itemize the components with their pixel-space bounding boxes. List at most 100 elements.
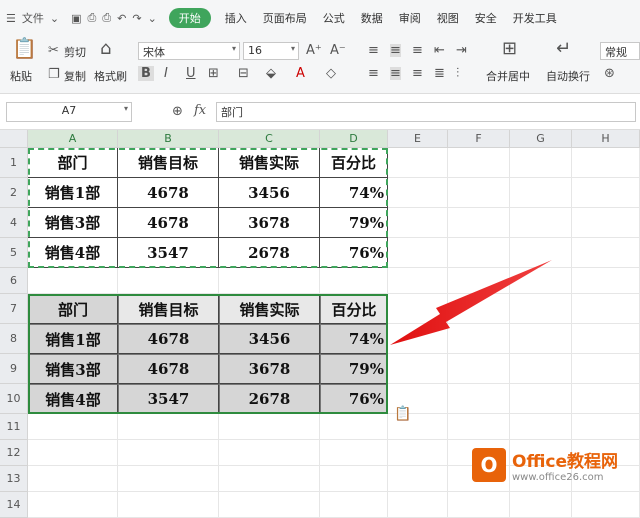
column-header[interactable]: H xyxy=(572,130,640,148)
column-header[interactable]: C xyxy=(219,130,320,148)
column-header[interactable]: B xyxy=(118,130,219,148)
grid-cell[interactable] xyxy=(448,268,510,294)
grid-cell[interactable] xyxy=(572,414,640,440)
row-header[interactable]: 12 xyxy=(0,440,28,466)
grid-cell[interactable] xyxy=(320,414,388,440)
print-icon[interactable]: ⎙ xyxy=(102,11,111,25)
table-cell[interactable]: 销售实际 xyxy=(219,294,320,324)
grid-cell[interactable] xyxy=(388,238,448,268)
grid-cell[interactable] xyxy=(388,148,448,178)
column-header[interactable]: E xyxy=(388,130,448,148)
decrease-font-icon[interactable]: A⁻ xyxy=(330,44,346,57)
indent-increase-icon[interactable]: ⇥ xyxy=(456,44,467,57)
row-header[interactable]: 2 xyxy=(0,178,28,208)
grid-cell[interactable] xyxy=(448,178,510,208)
copy-button[interactable]: 复制 xyxy=(64,68,86,84)
font-size-select[interactable]: 16 ▾ xyxy=(243,42,299,60)
grid-cell[interactable] xyxy=(572,268,640,294)
grid-cell[interactable] xyxy=(448,324,510,354)
grid-cell[interactable] xyxy=(572,208,640,238)
grid-cell[interactable] xyxy=(388,440,448,466)
grid-cell[interactable] xyxy=(118,440,219,466)
grid-cell[interactable] xyxy=(510,384,572,414)
grid-cell[interactable] xyxy=(28,466,118,492)
grid-cell[interactable] xyxy=(510,268,572,294)
border-style-icon[interactable]: ⊟ xyxy=(238,67,249,80)
table-cell[interactable]: 3456 xyxy=(219,178,320,208)
row-header[interactable]: 5 xyxy=(0,238,28,268)
align-right-icon[interactable]: ≡ xyxy=(412,67,423,80)
table-cell[interactable]: 3456 xyxy=(219,324,320,354)
table-cell[interactable]: 4678 xyxy=(118,354,219,384)
align-left-icon[interactable]: ≡ xyxy=(368,67,379,80)
column-header[interactable]: F xyxy=(448,130,510,148)
menu-tab[interactable]: 页面布局 xyxy=(255,10,315,26)
grid-cell[interactable] xyxy=(572,178,640,208)
grid-cell[interactable] xyxy=(118,466,219,492)
save-icon[interactable]: ▣ xyxy=(71,12,81,25)
grid-cell[interactable] xyxy=(448,208,510,238)
export-icon[interactable]: ⎙ xyxy=(88,11,97,25)
table-cell[interactable]: 销售4部 xyxy=(28,384,118,414)
column-header[interactable]: G xyxy=(510,130,572,148)
grid-cell[interactable] xyxy=(28,268,118,294)
merge-center-button[interactable]: 合并居中 xyxy=(486,68,530,84)
grid-cell[interactable] xyxy=(572,148,640,178)
table-cell[interactable]: 3547 xyxy=(118,238,219,268)
grid-cell[interactable] xyxy=(388,294,448,324)
table-cell[interactable]: 74% xyxy=(320,324,388,354)
select-all-corner[interactable] xyxy=(0,130,28,148)
grid-cell[interactable] xyxy=(388,354,448,384)
grid-cell[interactable] xyxy=(448,354,510,384)
grid-cell[interactable] xyxy=(388,492,448,518)
grid-cell[interactable] xyxy=(219,492,320,518)
grid-cell[interactable] xyxy=(510,238,572,268)
grid-cell[interactable] xyxy=(572,384,640,414)
paste-options-icon[interactable]: 📋 xyxy=(394,407,411,421)
redo-icon[interactable]: ↷ xyxy=(132,12,141,25)
grid-cell[interactable] xyxy=(510,324,572,354)
table-cell[interactable]: 2678 xyxy=(219,384,320,414)
grid-cell[interactable] xyxy=(448,148,510,178)
grid-cell[interactable] xyxy=(572,294,640,324)
grid-cell[interactable] xyxy=(448,492,510,518)
font-color-icon[interactable]: A xyxy=(296,67,305,80)
grid-cell[interactable] xyxy=(28,492,118,518)
name-box[interactable]: A7 ▾ xyxy=(6,102,132,122)
underline-icon[interactable]: U xyxy=(186,67,196,80)
grid-cell[interactable] xyxy=(320,440,388,466)
clear-format-icon[interactable]: ◇ xyxy=(326,67,336,80)
row-header[interactable]: 9 xyxy=(0,354,28,384)
grid-cell[interactable] xyxy=(320,492,388,518)
file-menu[interactable]: ☰ 文件 ⌄ xyxy=(0,10,65,26)
grid-cell[interactable] xyxy=(388,178,448,208)
grid-cell[interactable] xyxy=(388,324,448,354)
more-icon[interactable]: ⌄ xyxy=(148,12,157,25)
row-header[interactable]: 8 xyxy=(0,324,28,354)
row-header[interactable]: 13 xyxy=(0,466,28,492)
table-cell[interactable]: 百分比 xyxy=(320,294,388,324)
grid-cell[interactable] xyxy=(219,268,320,294)
row-header[interactable]: 11 xyxy=(0,414,28,440)
increase-font-icon[interactable]: A⁺ xyxy=(306,44,322,57)
grid-cell[interactable] xyxy=(572,324,640,354)
table-cell[interactable]: 79% xyxy=(320,354,388,384)
grid-cell[interactable] xyxy=(510,354,572,384)
table-cell[interactable]: 销售实际 xyxy=(219,148,320,178)
table-cell[interactable]: 3678 xyxy=(219,208,320,238)
justify-icon[interactable]: ≣ xyxy=(434,67,445,80)
grid-cell[interactable] xyxy=(118,414,219,440)
table-cell[interactable]: 74% xyxy=(320,178,388,208)
menu-tab[interactable]: 公式 xyxy=(315,10,353,26)
formula-input[interactable]: 部门 xyxy=(216,102,636,122)
grid-cell[interactable] xyxy=(219,440,320,466)
table-cell[interactable]: 部门 xyxy=(28,294,118,324)
grid-cell[interactable] xyxy=(118,492,219,518)
font-family-select[interactable]: 宋体 ▾ xyxy=(138,42,240,60)
grid-cell[interactable] xyxy=(28,414,118,440)
menu-tab[interactable]: 开始 xyxy=(168,8,211,28)
grid-cell[interactable] xyxy=(320,466,388,492)
grid-cell[interactable] xyxy=(320,268,388,294)
row-header[interactable]: 14 xyxy=(0,492,28,518)
table-cell[interactable]: 76% xyxy=(320,384,388,414)
